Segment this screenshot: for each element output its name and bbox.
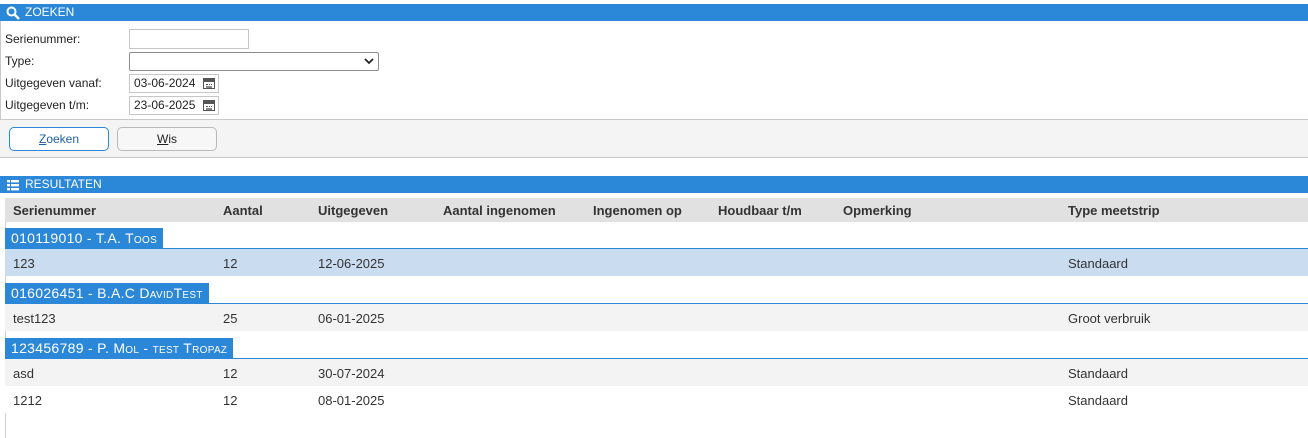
zoeken-button[interactable]: Zoeken [9, 127, 109, 151]
vanaf-row: Uitgegeven vanaf: 03-06-2024 [5, 73, 219, 93]
tm-date-value: 23-06-2025 [134, 98, 196, 112]
col-houdbaar[interactable]: Houdbaar t/m [718, 203, 802, 218]
table-row[interactable]: 123 12 12-06-2025 Standaard [5, 249, 1308, 276]
search-panel-header: ZOEKEN [0, 4, 1308, 21]
group-header: 010119010 - T.A. Toos [5, 228, 164, 248]
wis-button[interactable]: Wis [117, 127, 217, 151]
group-header: 016026451 - B.A.C DavidTest [5, 283, 209, 303]
cell-serienummer: asd [13, 366, 34, 381]
search-panel-title: ZOEKEN [25, 5, 75, 19]
col-opmerking[interactable]: Opmerking [843, 203, 912, 218]
cell-aantal: 12 [223, 393, 238, 408]
cell-type: Groot verbruik [1068, 311, 1151, 326]
button-bar: Zoeken Wis [0, 120, 1308, 157]
col-aantal-ingenomen[interactable]: Aantal ingenomen [443, 203, 556, 218]
chevron-down-icon [364, 57, 374, 64]
button-bar-divider [0, 157, 1308, 158]
tm-row: Uitgegeven t/m: 23-06-2025 [5, 95, 219, 115]
cell-serienummer: test123 [13, 311, 56, 326]
cell-uitgegeven: 12-06-2025 [318, 256, 385, 271]
cell-aantal: 25 [223, 311, 238, 326]
cell-type: Standaard [1068, 256, 1128, 271]
cell-serienummer: 123 [13, 256, 35, 271]
vanaf-label: Uitgegeven vanaf: [5, 76, 102, 90]
results-panel-title: RESULTATEN [25, 177, 102, 191]
calendar-icon[interactable] [203, 77, 215, 89]
type-select[interactable] [129, 51, 379, 71]
cell-serienummer: 1212 [13, 393, 42, 408]
col-type-meetstrip[interactable]: Type meetstrip [1068, 203, 1160, 218]
col-aantal[interactable]: Aantal [223, 203, 263, 218]
cell-aantal: 12 [223, 256, 238, 271]
vanaf-date-value: 03-06-2024 [134, 76, 196, 90]
calendar-icon[interactable] [203, 99, 215, 111]
cell-uitgegeven: 08-01-2025 [318, 393, 385, 408]
cell-type: Standaard [1068, 366, 1128, 381]
list-icon [7, 179, 19, 190]
table-row[interactable]: asd 12 30-07-2024 Standaard [5, 359, 1308, 386]
type-row: Type: [5, 51, 379, 71]
table-row[interactable]: 1212 12 08-01-2025 Standaard [5, 386, 1308, 413]
group-header: 123456789 - P. Mol - test Tropaz [5, 338, 234, 358]
cell-type: Standaard [1068, 393, 1128, 408]
serienummer-input[interactable] [129, 29, 249, 49]
col-ingenomen-op[interactable]: Ingenomen op [593, 203, 682, 218]
table-row[interactable]: test123 25 06-01-2025 Groot verbruik [5, 304, 1308, 331]
tm-date-input[interactable]: 23-06-2025 [129, 95, 219, 115]
cell-aantal: 12 [223, 366, 238, 381]
col-uitgegeven[interactable]: Uitgegeven [318, 203, 388, 218]
col-serienummer[interactable]: Serienummer [13, 203, 96, 218]
serienummer-label: Serienummer: [5, 32, 81, 46]
tm-label: Uitgegeven t/m: [5, 98, 90, 112]
results-table-header: Serienummer Aantal Uitgegeven Aantal ing… [5, 198, 1308, 222]
vanaf-date-input[interactable]: 03-06-2024 [129, 73, 219, 93]
cell-uitgegeven: 30-07-2024 [318, 366, 385, 381]
serienummer-row: Serienummer: [5, 29, 249, 49]
cell-uitgegeven: 06-01-2025 [318, 311, 385, 326]
results-panel-header: RESULTATEN [0, 176, 1308, 193]
type-label: Type: [5, 54, 35, 68]
search-icon [6, 6, 20, 20]
